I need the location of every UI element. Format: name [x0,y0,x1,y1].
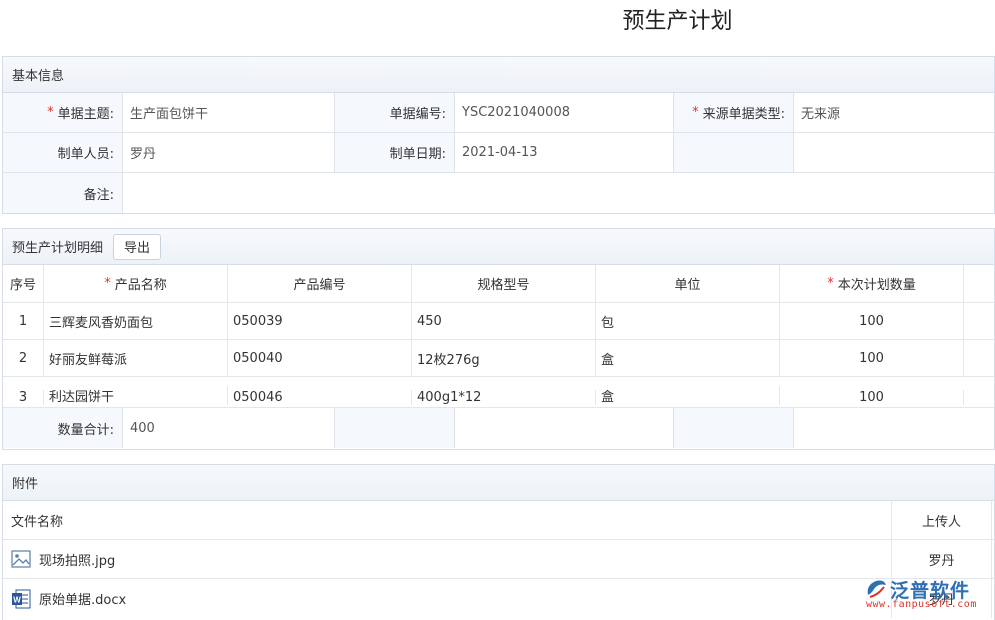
col-spec: 规格型号 [412,265,596,302]
word-file-icon: W [11,589,31,609]
row-name[interactable]: 三辉麦风香奶面包 [44,303,228,339]
basic-info-panel: 基本信息 *单据主题: 生产面包饼干 单据编号: YSC2021040008 *… [2,56,995,214]
row-name[interactable]: 好丽友鲜莓派 [44,340,228,376]
date-field[interactable]: 2021-04-13 [455,133,674,172]
image-file-icon [11,549,31,569]
row-qty[interactable]: 100 [780,390,964,405]
brand-logo-icon [864,577,888,599]
creator-field[interactable]: 罗丹 [123,133,335,172]
row-code[interactable]: 050039 [228,303,412,339]
remark-label: 备注: [3,173,123,213]
row-code[interactable]: 050040 [228,340,412,376]
table-row[interactable]: 3 利达园饼干 050046 400g1*12 盒 100 [3,377,994,408]
export-button[interactable]: 导出 [113,234,161,260]
attachments-grid-header: 文件名称 上传人 [3,501,994,540]
col-uploader: 上传人 [892,501,992,539]
list-item[interactable]: W 原始单据.docx 罗丹 [3,579,994,618]
file-name-cell[interactable]: 现场拍照.jpg [3,540,892,578]
row-unit[interactable]: 包 [596,303,780,339]
row-spec[interactable]: 400g1*12 [412,390,596,405]
date-label: 制单日期: [335,133,455,172]
row-code[interactable]: 050046 [228,390,412,405]
total-label: 数量合计: [3,408,123,448]
required-mark: * [104,276,111,291]
doc-no-field[interactable]: YSC2021040008 [455,93,674,132]
form-row-3: 备注: [3,173,994,213]
col-extra [964,265,994,302]
uploader-cell: 罗丹 [892,540,992,578]
remark-field[interactable] [123,173,994,213]
row-qty[interactable]: 100 [780,340,964,376]
total-empty-2 [455,408,674,448]
brand-watermark: 泛普软件 www.fanpusoft.com [862,576,990,612]
row-qty[interactable]: 100 [780,303,964,339]
table-row[interactable]: 2 好丽友鲜莓派 050040 12枚276g 盒 100 [3,340,994,377]
file-name[interactable]: 原始单据.docx [39,589,126,608]
row-no: 2 [3,340,44,376]
subject-label: *单据主题: [3,93,123,132]
empty-field [794,133,994,172]
col-file-name: 文件名称 [3,501,892,539]
total-empty-4 [794,408,994,448]
page-title: 预生产计划 [0,6,995,38]
required-mark: * [47,105,54,120]
total-value: 400 [123,408,335,448]
attachments-header: 附件 [3,465,994,501]
file-name[interactable]: 现场拍照.jpg [39,550,115,569]
row-no: 3 [3,390,44,405]
row-spec[interactable]: 450 [412,303,596,339]
col-unit: 单位 [596,265,780,302]
total-empty-3 [674,408,794,448]
svg-text:W: W [13,595,21,604]
detail-header: 预生产计划明细 导出 [3,229,994,265]
source-type-field[interactable]: 无来源 [794,93,994,132]
row-name[interactable]: 利达园饼干 [44,386,228,405]
creator-label: 制单人员: [3,133,123,172]
row-spec[interactable]: 12枚276g [412,340,596,376]
col-code: 产品编号 [228,265,412,302]
subject-field[interactable]: 生产面包饼干 [123,93,335,132]
brand-url: www.fanpusoft.com [866,599,977,610]
col-qty: *本次计划数量 [780,265,964,302]
empty-label [674,133,794,172]
source-type-label: *来源单据类型: [674,93,794,132]
col-no: 序号 [3,265,44,302]
row-unit[interactable]: 盒 [596,386,780,405]
detail-title: 预生产计划明细 [12,237,103,256]
attachments-panel: 附件 文件名称 上传人 现场拍照.jpg 罗丹 [2,464,995,620]
row-extra [964,340,994,376]
detail-grid-header: 序号 *产品名称 产品编号 规格型号 单位 *本次计划数量 [3,265,994,303]
col-name: *产品名称 [44,265,228,302]
row-unit[interactable]: 盒 [596,340,780,376]
list-item[interactable]: 现场拍照.jpg 罗丹 [3,540,994,579]
form-row-2: 制单人员: 罗丹 制单日期: 2021-04-13 [3,133,994,173]
row-extra [964,303,994,339]
form-row-1: *单据主题: 生产面包饼干 单据编号: YSC2021040008 *来源单据类… [3,93,994,133]
row-no: 1 [3,303,44,339]
doc-no-label: 单据编号: [335,93,455,132]
required-mark: * [827,276,834,291]
total-row: 数量合计: 400 [3,408,994,448]
required-mark: * [692,105,699,120]
table-row[interactable]: 1 三辉麦风香奶面包 050039 450 包 100 [3,303,994,340]
basic-info-header: 基本信息 [3,57,994,93]
total-empty-1 [335,408,455,448]
file-name-cell[interactable]: W 原始单据.docx [3,579,892,618]
detail-panel: 预生产计划明细 导出 序号 *产品名称 产品编号 规格型号 单位 *本次计划数量… [2,228,995,450]
